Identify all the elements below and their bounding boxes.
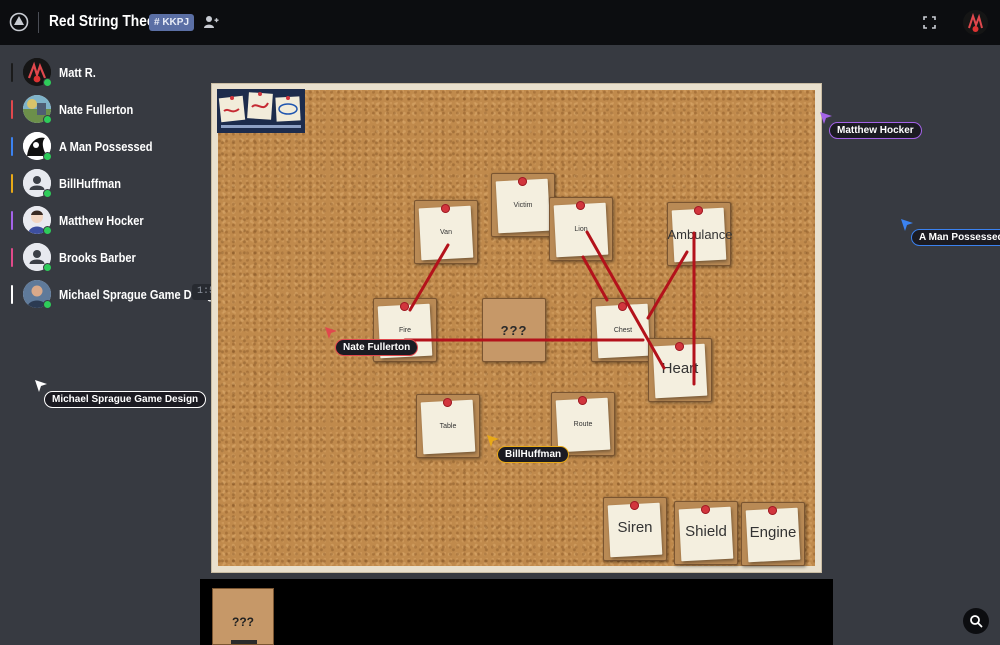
cursor-arrow-icon bbox=[487, 435, 499, 447]
player-color-stripe bbox=[11, 285, 13, 304]
online-indicator bbox=[43, 226, 52, 235]
cursor-name-tag: Matthew Hocker bbox=[829, 122, 922, 139]
clue-card[interactable]: Victim bbox=[491, 173, 555, 237]
clue-card[interactable]: Shield bbox=[674, 501, 738, 565]
card-label: Ambulance bbox=[667, 227, 733, 242]
player-name: Brooks Barber bbox=[59, 250, 136, 265]
search-icon bbox=[970, 615, 983, 628]
clue-card[interactable]: Siren bbox=[603, 497, 667, 561]
player-color-stripe bbox=[11, 100, 13, 119]
clue-card[interactable]: Engine bbox=[741, 502, 805, 566]
pushpin-icon bbox=[400, 302, 409, 311]
card-label: Van bbox=[440, 229, 452, 236]
card-label: Shield bbox=[685, 523, 727, 540]
player-color-stripe bbox=[11, 137, 13, 156]
cursor-name-tag: A Man Possessed bbox=[911, 229, 1000, 246]
card-label: Lion bbox=[574, 226, 588, 233]
pushpin-icon bbox=[443, 398, 452, 407]
player-name: Matthew Hocker bbox=[59, 213, 144, 228]
unknown-card[interactable]: ??? bbox=[482, 298, 546, 362]
cursor-name-tag: Nate Fullerton bbox=[335, 339, 419, 356]
pushpin-icon bbox=[441, 204, 450, 213]
pushpin-icon bbox=[518, 177, 527, 186]
fullscreen-icon[interactable] bbox=[923, 16, 936, 29]
online-indicator bbox=[43, 263, 52, 272]
hand-card[interactable]: ??? bbox=[212, 588, 274, 645]
cursor-arrow-icon bbox=[325, 327, 337, 339]
clue-card[interactable]: Heart bbox=[648, 338, 712, 402]
card-label: Table bbox=[439, 423, 457, 430]
pushpin-icon bbox=[768, 506, 777, 515]
card-label: Heart bbox=[661, 360, 699, 377]
online-indicator bbox=[43, 115, 52, 124]
player-item[interactable]: Nate Fullerton bbox=[0, 94, 240, 124]
online-indicator bbox=[43, 300, 52, 309]
card-label: Engine bbox=[749, 524, 797, 541]
player-name: Matt R. bbox=[59, 65, 96, 80]
pushpin-icon bbox=[675, 342, 684, 351]
pushpin-icon bbox=[576, 201, 585, 210]
search-button[interactable] bbox=[963, 608, 989, 634]
pushpin-icon bbox=[701, 505, 710, 514]
cursor-name-tag: BillHuffman bbox=[497, 446, 570, 463]
clue-card[interactable]: Lion bbox=[549, 197, 613, 261]
hand-tray bbox=[200, 579, 833, 645]
player-color-stripe bbox=[11, 174, 13, 193]
card-label: Siren bbox=[617, 519, 653, 536]
room-code-badge[interactable]: # KKPJ bbox=[149, 14, 195, 31]
card-label: Route bbox=[573, 421, 593, 428]
clue-card[interactable]: Van bbox=[414, 200, 478, 264]
player-color-stripe bbox=[11, 248, 13, 267]
cursor-arrow-icon bbox=[35, 380, 47, 392]
pushpin-icon bbox=[618, 302, 627, 311]
player-name: BillHuffman bbox=[59, 176, 122, 191]
add-user-icon[interactable] bbox=[203, 14, 219, 30]
app-logo-icon[interactable] bbox=[9, 12, 29, 32]
current-user-avatar[interactable] bbox=[963, 10, 988, 35]
clue-card[interactable]: Table bbox=[416, 394, 480, 458]
clue-card[interactable]: Chest bbox=[591, 298, 655, 362]
card-tab bbox=[231, 640, 257, 644]
player-color-stripe bbox=[11, 211, 13, 230]
cursor-arrow-icon bbox=[820, 112, 832, 124]
card-label: Fire bbox=[398, 327, 412, 334]
cursor-name-tag: Michael Sprague Game Design bbox=[44, 391, 207, 408]
red-string-theory-logo bbox=[217, 89, 305, 133]
player-color-stripe bbox=[11, 63, 13, 82]
pushpin-icon bbox=[694, 206, 703, 215]
clue-card[interactable]: Ambulance bbox=[667, 202, 733, 266]
pushpin-icon bbox=[578, 396, 587, 405]
pushpin-icon bbox=[630, 501, 639, 510]
card-label: Victim bbox=[513, 202, 533, 209]
card-label: ??? bbox=[500, 323, 528, 338]
player-item[interactable]: A Man Possessed bbox=[0, 131, 240, 161]
player-item[interactable]: Brooks Barber bbox=[0, 242, 240, 272]
player-name: A Man Possessed bbox=[59, 139, 153, 154]
top-bar: Red String Theory # KKPJ bbox=[0, 0, 1000, 45]
player-item[interactable]: Matt R. bbox=[0, 57, 240, 87]
player-name: Nate Fullerton bbox=[59, 102, 134, 117]
online-indicator bbox=[43, 189, 52, 198]
online-indicator bbox=[43, 152, 52, 161]
online-indicator bbox=[43, 78, 52, 87]
card-label: Chest bbox=[613, 327, 633, 334]
top-divider bbox=[38, 12, 39, 33]
player-item[interactable]: Matthew Hocker bbox=[0, 205, 240, 235]
cursor-arrow-icon bbox=[901, 219, 913, 231]
card-label: ??? bbox=[232, 615, 254, 629]
player-item[interactable]: BillHuffman bbox=[0, 168, 240, 198]
